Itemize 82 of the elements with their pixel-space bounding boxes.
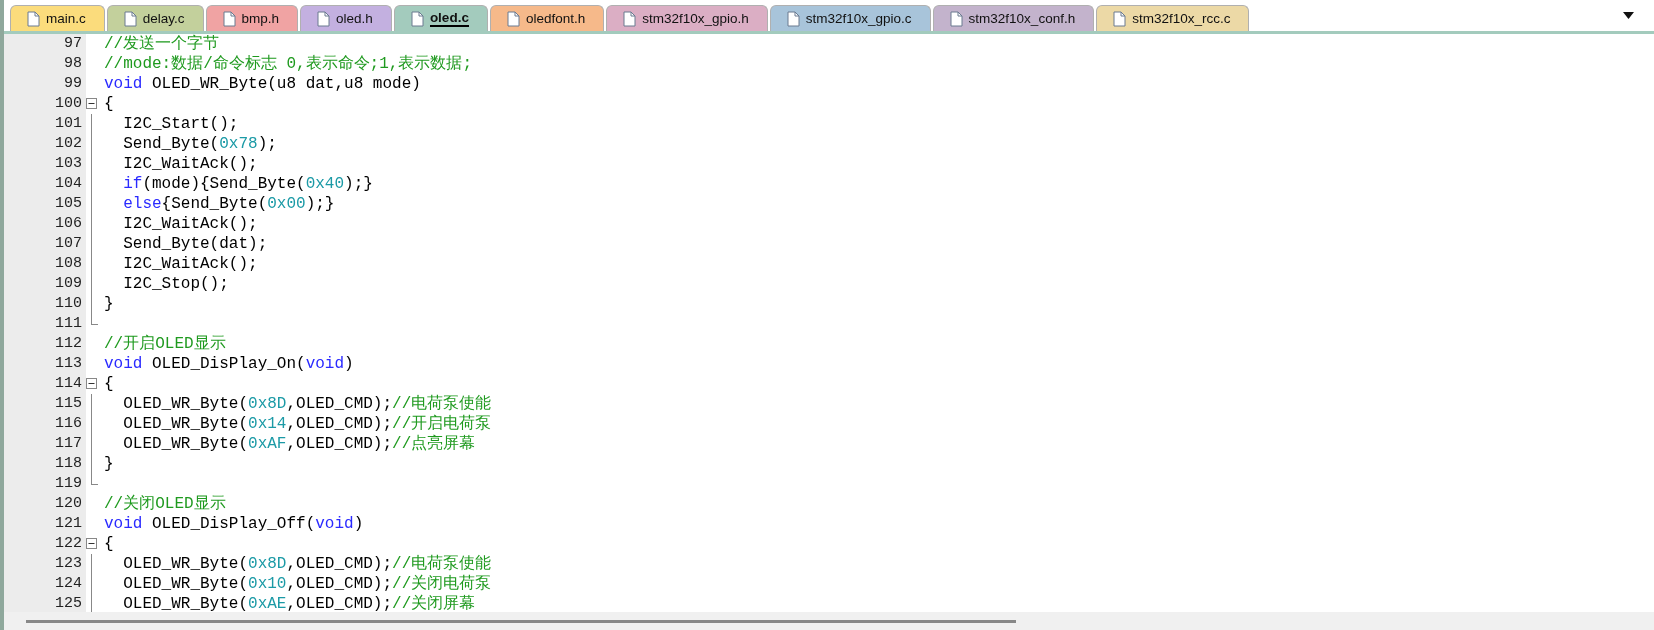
document-icon [623, 10, 637, 27]
line-number: 111 [54, 314, 82, 334]
file-tab[interactable]: stm32f10x_conf.h [932, 5, 1095, 31]
code-line: I2C_WaitAck(); [122, 255, 258, 273]
code-line: void OLED_WR_Byte(u8 dat,u8 mode) [104, 75, 421, 93]
file-tab[interactable]: bmp.h [205, 5, 299, 31]
line-number: 125 [54, 594, 82, 612]
line-number: 116 [54, 414, 82, 434]
line-number: 109 [54, 274, 82, 294]
line-number: 99 [63, 74, 82, 94]
file-tab[interactable]: stm32f10x_rcc.c [1096, 5, 1250, 31]
document-icon [410, 10, 424, 27]
line-number: 112 [54, 334, 82, 354]
scrollbar-thumb[interactable] [26, 620, 1016, 623]
document-icon [949, 10, 963, 27]
code-line: I2C_Stop(); [122, 275, 229, 293]
line-number: 104 [54, 174, 82, 194]
code-line: } [104, 455, 114, 473]
code-line: //发送一个字节 [104, 35, 220, 53]
file-tab[interactable]: oled.h [300, 5, 392, 31]
code-line: } [104, 295, 114, 313]
file-tab[interactable]: stm32f10x_gpio.h [606, 5, 768, 31]
code-line: OLED_WR_Byte(0xAF,OLED_CMD);//点亮屏幕 [122, 435, 476, 453]
code-line: I2C_WaitAck(); [122, 155, 258, 173]
line-number: 124 [54, 574, 82, 594]
code-line: OLED_WR_Byte(0x14,OLED_CMD);//开启电荷泵 [122, 415, 492, 433]
code-line: Send_Byte(0x78); [122, 135, 277, 153]
code-line: { [104, 95, 114, 113]
line-number: 101 [54, 114, 82, 134]
code-line: //mode:数据/命令标志 0,表示命令;1,表示数据; [104, 55, 473, 73]
code-line: I2C_Start(); [122, 115, 239, 133]
line-number: 113 [54, 354, 82, 374]
line-number: 100 [54, 94, 82, 114]
file-tab[interactable]: oledfont.h [489, 5, 605, 31]
line-number: 108 [54, 254, 82, 274]
code-line: { [104, 375, 114, 393]
line-number: 102 [54, 134, 82, 154]
document-icon [27, 10, 40, 27]
line-number: 119 [54, 474, 82, 494]
document-icon [1113, 10, 1127, 27]
code-line: I2C_WaitAck(); [122, 215, 258, 233]
line-number: 114 [54, 374, 82, 394]
line-number: 117 [54, 434, 82, 454]
file-tab[interactable]: delay.c [106, 5, 204, 31]
document-icon [222, 10, 236, 27]
collapse-icon[interactable] [86, 98, 97, 109]
code-line: Send_Byte(dat); [122, 235, 268, 253]
code-line: //开启OLED显示 [104, 335, 226, 353]
line-number: 110 [54, 294, 82, 314]
line-number: 115 [54, 394, 82, 414]
line-number: 120 [54, 494, 82, 514]
collapse-icon[interactable] [86, 538, 97, 549]
code-line: OLED_WR_Byte(0xAE,OLED_CMD);//关闭屏幕 [122, 595, 476, 612]
code-line: //关闭OLED显示 [104, 495, 226, 513]
line-number: 103 [54, 154, 82, 174]
code-line: { [104, 535, 114, 553]
document-icon [317, 10, 331, 27]
code-line: void OLED_DisPlay_Off(void) [104, 515, 364, 533]
document-icon [506, 10, 520, 27]
horizontal-scrollbar[interactable] [4, 612, 1654, 630]
collapse-icon[interactable] [86, 378, 97, 389]
line-number: 122 [54, 534, 82, 554]
code-line: void OLED_DisPlay_On(void) [104, 355, 354, 373]
line-number: 118 [54, 454, 82, 474]
line-number: 98 [63, 54, 82, 74]
code-line: OLED_WR_Byte(0x8D,OLED_CMD);//电荷泵使能 [122, 555, 492, 573]
file-tab[interactable]: main.c [10, 5, 105, 31]
line-number: 107 [54, 234, 82, 254]
line-number: 97 [63, 34, 82, 54]
dropdown-arrow-icon[interactable] [1623, 12, 1634, 19]
code-line: else{Send_Byte(0x00);} [122, 195, 335, 213]
document-icon [786, 10, 800, 27]
file-tab[interactable]: oled.c [393, 5, 488, 31]
line-number: 121 [54, 514, 82, 534]
code-line: OLED_WR_Byte(0x10,OLED_CMD);//关闭电荷泵 [122, 575, 492, 593]
line-number: 106 [54, 214, 82, 234]
code-line: OLED_WR_Byte(0x8D,OLED_CMD);//电荷泵使能 [122, 395, 492, 413]
code-line: if(mode){Send_Byte(0x40);} [122, 175, 373, 193]
file-tab[interactable]: stm32f10x_gpio.c [769, 5, 931, 31]
document-icon [123, 10, 137, 27]
line-number: 123 [54, 554, 82, 574]
line-number: 105 [54, 194, 82, 214]
